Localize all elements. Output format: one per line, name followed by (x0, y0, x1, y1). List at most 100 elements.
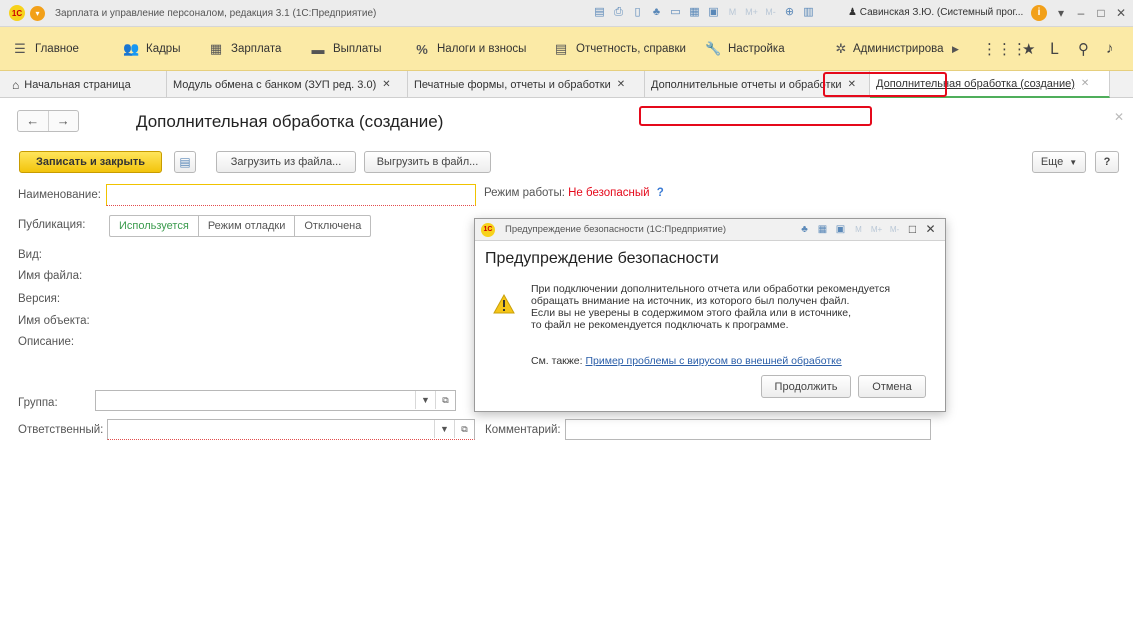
more-label: Еще (1040, 156, 1064, 168)
menu-item-admin[interactable]: ✲ Администрирова ▶ (833, 27, 964, 71)
comment-label: Комментарий: (485, 424, 561, 436)
tab-home[interactable]: ⌂ Начальная страница (6, 71, 167, 98)
save-floppy-button[interactable]: ▤ (174, 151, 196, 173)
name-input[interactable] (106, 184, 476, 206)
object-name-label: Имя объекта: (18, 315, 90, 327)
publication-option-disabled[interactable]: Отключена (295, 216, 370, 236)
load-from-file-button[interactable]: Загрузить из файла... (216, 151, 356, 173)
group-input[interactable]: ▼ ⧉ (95, 390, 456, 411)
window-title: Зарплата и управление персоналом, редакц… (55, 7, 377, 19)
open-icon[interactable]: ⧉ (435, 391, 455, 409)
window-controls: i ▾ – □ ✕ (1031, 5, 1127, 21)
calculator-icon[interactable]: ▦ (687, 5, 702, 20)
continue-button[interactable]: Продолжить (761, 375, 851, 398)
tab-print-forms[interactable]: Печатные формы, отчеты и обработки ✕ (408, 71, 645, 98)
maximize-icon[interactable]: □ (1095, 6, 1107, 20)
dropdown-icon[interactable]: ▼ (434, 420, 454, 438)
report-icon: ▤ (554, 41, 568, 56)
help-button[interactable]: ? (1095, 151, 1119, 173)
mode-value-link[interactable]: Не безопасный (568, 187, 649, 199)
current-user[interactable]: ♟ Савинская З.Ю. (Системный прог... (848, 7, 1023, 18)
print-icon[interactable]: ⎙ (611, 5, 626, 20)
dropdown-icon[interactable]: ▾ (1055, 6, 1067, 20)
dialog-message-line: Если вы не уверены в содержимом этого фа… (531, 307, 852, 319)
menu-item-label: Настройка (728, 43, 785, 55)
link-icon[interactable]: ▭ (668, 5, 683, 20)
info-icon[interactable]: i (1031, 5, 1047, 21)
title-bar: 1С ▾ Зарплата и управление персоналом, р… (0, 0, 1133, 27)
home-icon: ⌂ (12, 77, 20, 92)
memory-mminus-icon[interactable]: M- (888, 225, 901, 234)
search-icon[interactable]: ⚲ (1078, 40, 1089, 58)
memory-mminus-icon[interactable]: M- (763, 5, 778, 20)
memory-mplus-icon[interactable]: M+ (870, 225, 883, 234)
memory-m-icon[interactable]: M (725, 5, 740, 20)
dialog-message-line: обращать внимание на источник, из которо… (531, 295, 850, 307)
minimize-icon[interactable]: – (1075, 6, 1087, 20)
menu-item-payments[interactable]: ▬ Выплаты (310, 27, 382, 71)
publication-option-used[interactable]: Используется (110, 216, 199, 236)
main-menu-button[interactable]: ▾ (30, 5, 45, 21)
save-icon[interactable]: ▤ (592, 5, 607, 20)
group-label: Группа: (18, 397, 58, 409)
mode-row: Режим работы: Не безопасный ? (484, 187, 664, 199)
menu-item-label: Выплаты (333, 43, 382, 55)
favorites-star-icon[interactable]: ★ (1022, 40, 1035, 58)
dialog-title: Предупреждение безопасности (1С:Предприя… (505, 224, 727, 235)
memory-mplus-icon[interactable]: M+ (744, 5, 759, 20)
dialog-message: При подключении дополнительного отчета и… (531, 283, 931, 331)
tab-label: Модуль обмена с банком (ЗУП ред. 3.0) (173, 78, 377, 91)
back-arrow-icon[interactable]: ← (18, 111, 49, 131)
close-tab-icon[interactable]: ✕ (382, 79, 390, 90)
menu-item-hr[interactable]: 👥 Кадры (123, 27, 180, 71)
kind-label: Вид: (18, 249, 42, 261)
name-label: Наименование: (18, 189, 101, 201)
zoom-icon[interactable]: ⊕ (782, 5, 797, 20)
menu-item-taxes[interactable]: % Налоги и взносы (414, 27, 526, 71)
dropdown-icon[interactable]: ▼ (415, 391, 435, 409)
menu-item-label: Зарплата (231, 43, 282, 55)
people-icon: 👥 (123, 41, 140, 56)
history-icon[interactable]: ᒪ (1050, 40, 1058, 58)
close-window-icon[interactable]: ✕ (1115, 6, 1127, 20)
save-and-close-button[interactable]: Записать и закрыть (19, 151, 162, 173)
menu-item-salary[interactable]: ▦ Зарплата (208, 27, 282, 71)
highlight-frame-empty (639, 106, 872, 126)
users-icon[interactable]: ♣ (798, 224, 811, 235)
menu-item-settings[interactable]: 🔧 Настройка (705, 27, 785, 71)
open-icon[interactable]: ⧉ (454, 420, 474, 438)
memory-m-icon[interactable]: M (852, 225, 865, 234)
menu-item-reports[interactable]: ▤ Отчетность, справки (553, 27, 686, 71)
comment-input[interactable] (565, 419, 931, 440)
calendar-icon[interactable]: ▣ (706, 5, 721, 20)
tab-bank-exchange[interactable]: Модуль обмена с банком (ЗУП ред. 3.0) ✕ (167, 71, 408, 98)
warning-icon (493, 294, 515, 314)
close-tab-icon[interactable]: ✕ (617, 79, 625, 90)
mode-help-icon[interactable]: ? (657, 187, 664, 199)
preview-icon[interactable]: ▯ (630, 5, 645, 20)
close-form-icon[interactable]: ✕ (1114, 110, 1124, 124)
maximize-icon[interactable]: □ (906, 222, 919, 236)
more-button[interactable]: Еще ▼ (1032, 151, 1086, 173)
menu-item-label: Кадры (146, 43, 181, 55)
export-to-file-button[interactable]: Выгрузить в файл... (364, 151, 491, 173)
cancel-button[interactable]: Отмена (858, 375, 926, 398)
dialog-message-line: то файл не рекомендуется подключать к пр… (531, 319, 789, 331)
virus-example-link[interactable]: Пример проблемы с вирусом во внешней обр… (585, 355, 841, 367)
all-functions-icon[interactable]: ⋮⋮⋮ (982, 40, 1027, 58)
forward-arrow-icon[interactable]: → (49, 111, 79, 131)
close-tab-icon[interactable]: ✕ (1081, 78, 1089, 89)
notification-bell-icon[interactable]: ♪ (1106, 40, 1114, 57)
publication-option-debug[interactable]: Режим отладки (199, 216, 296, 236)
close-dialog-icon[interactable]: ✕ (924, 222, 937, 236)
chevron-right-icon: ▶ (952, 43, 959, 54)
calendar-icon[interactable]: ▣ (834, 224, 847, 235)
user-name-text: Савинская З.Ю. (Системный прог... (859, 7, 1024, 18)
dialog-heading: Предупреждение безопасности (485, 250, 719, 267)
panel-icon[interactable]: ▥ (801, 5, 816, 20)
menu-item-main[interactable]: ☰ Главное (12, 27, 79, 71)
responsible-input[interactable]: ▼ ⧉ (107, 419, 475, 440)
users-icon[interactable]: ♣ (649, 5, 664, 20)
calculator-icon: ▦ (209, 41, 223, 56)
calculator-icon[interactable]: ▦ (816, 224, 829, 235)
